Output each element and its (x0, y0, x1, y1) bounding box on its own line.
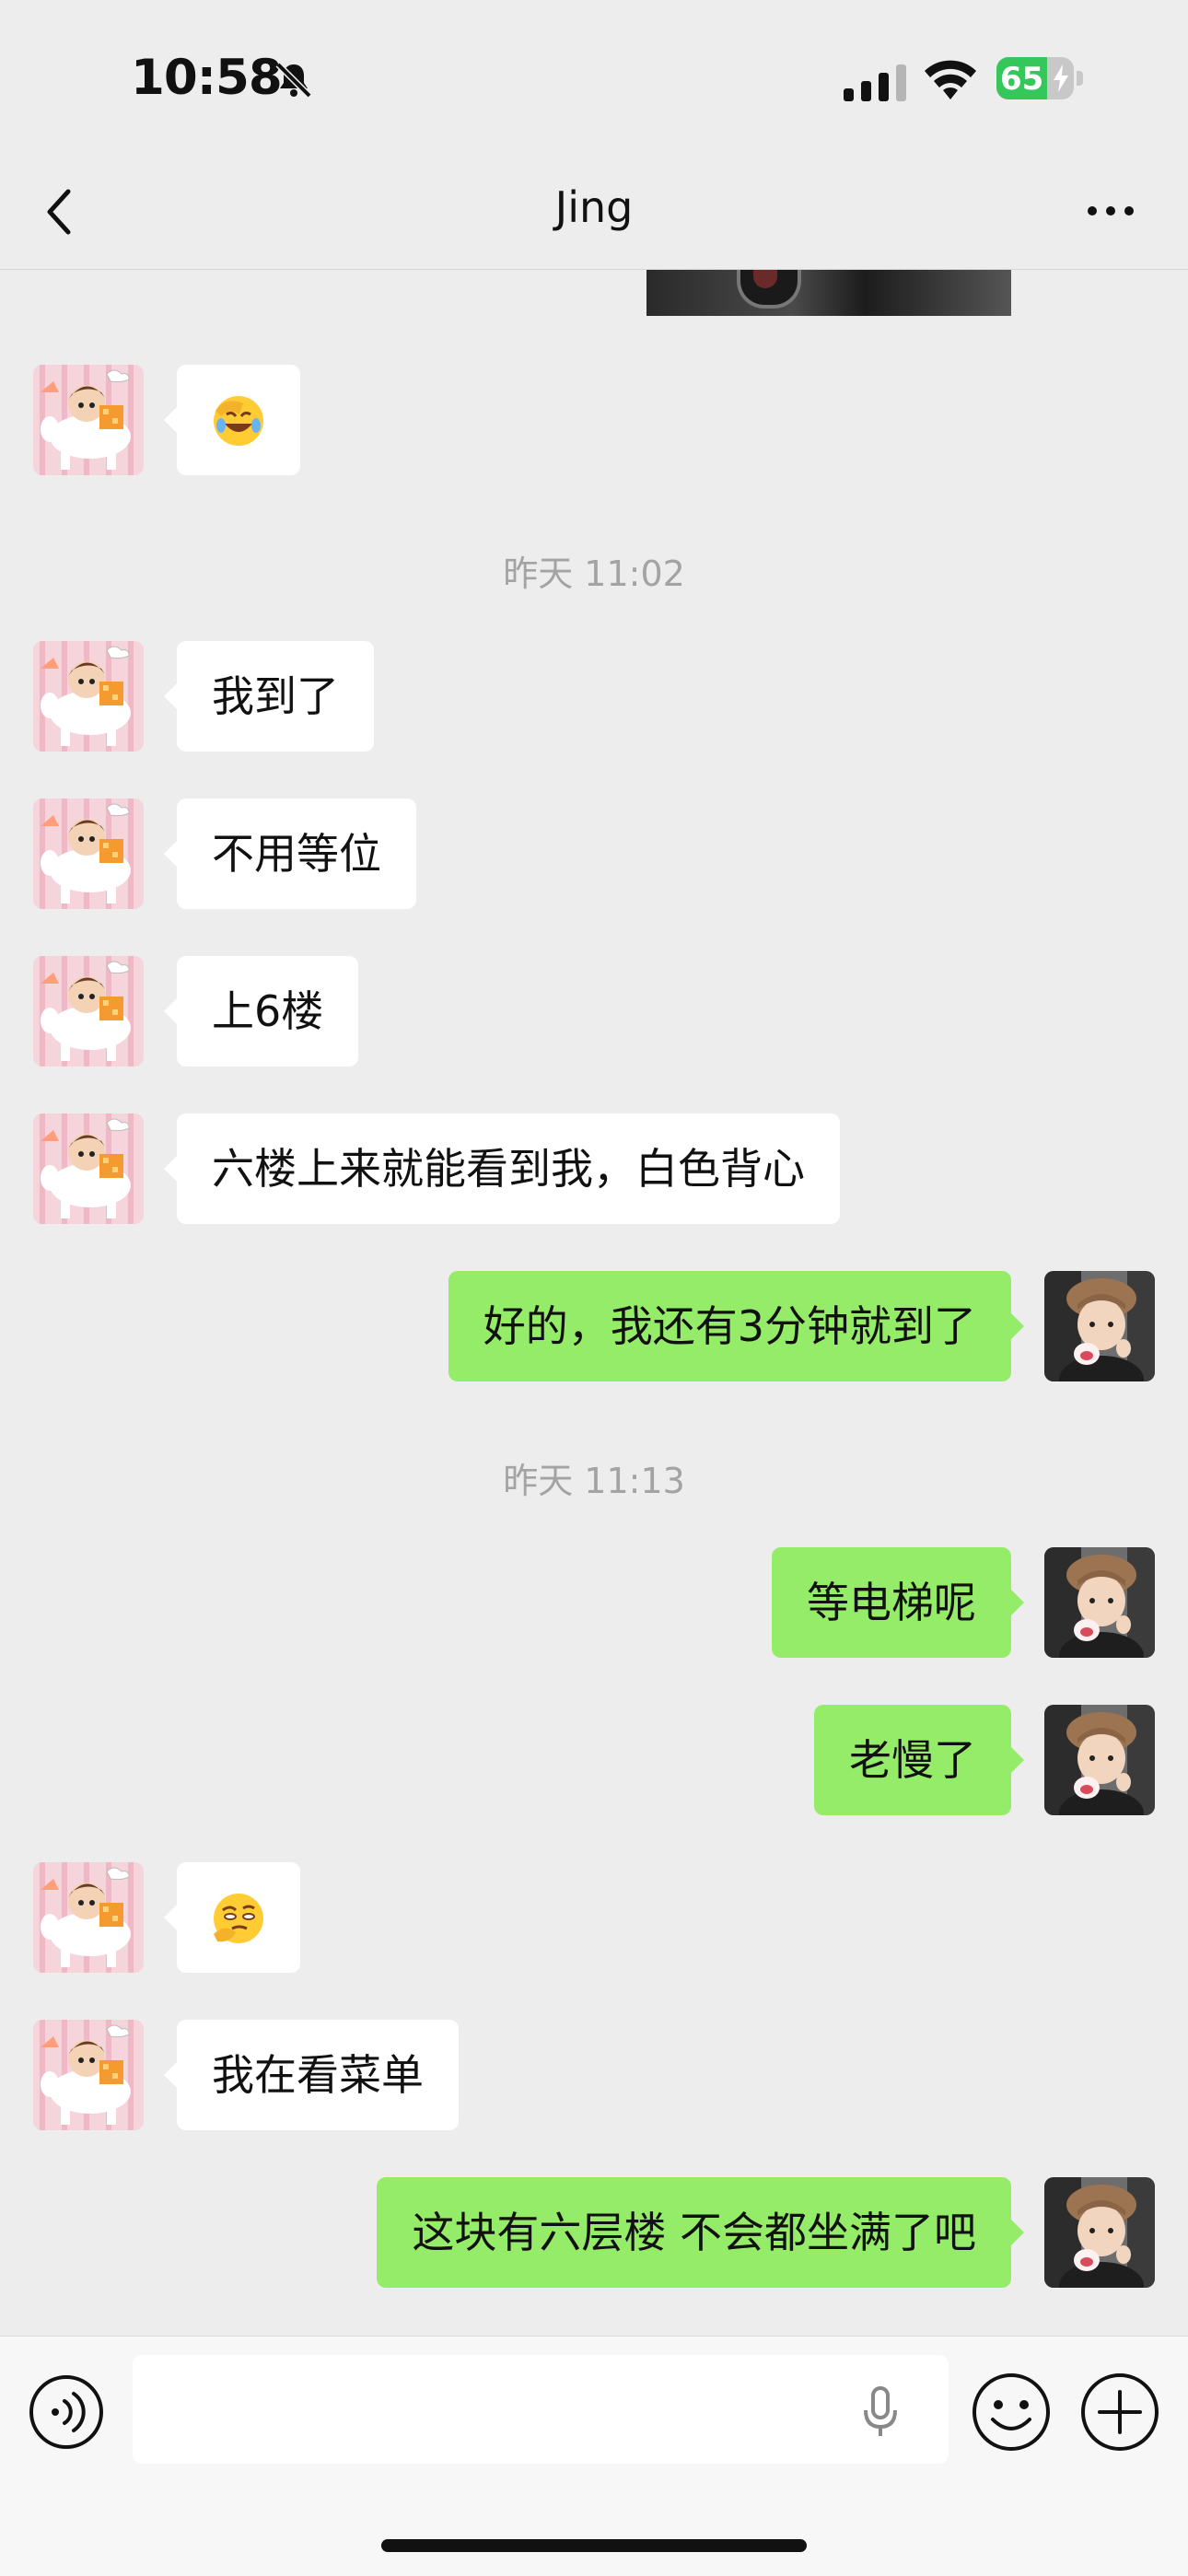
message-bubble[interactable]: 好的，我还有3分钟就到了 (448, 1271, 1025, 1381)
message-bubble[interactable]: 等电梯呢 (772, 1547, 1024, 1658)
battery-percent: 65 (1000, 61, 1044, 98)
microphone-icon[interactable] (862, 2384, 899, 2440)
contact-avatar[interactable] (33, 956, 144, 1067)
self-avatar[interactable] (1044, 1705, 1155, 1815)
message-bubble[interactable]: 这块有六层楼 不会都坐满了吧 (377, 2177, 1024, 2288)
charging-bolt-icon (1054, 64, 1068, 92)
contact-avatar[interactable] (33, 641, 144, 752)
message-bubble[interactable]: 我在看菜单 (164, 2020, 459, 2130)
battery-indicator: 65 (996, 57, 1083, 99)
status-time: 10:58 (131, 50, 283, 106)
self-avatar[interactable] (1044, 1271, 1155, 1381)
contact-avatar[interactable] (33, 365, 144, 475)
face-with-hand-over-eyes-laughing-icon (212, 394, 265, 447)
status-bar: 10:58 65 (0, 0, 1188, 157)
chat-title: Jing (554, 182, 634, 232)
self-avatar[interactable] (1044, 1547, 1155, 1658)
cellular-signal-icon (844, 64, 906, 101)
add-attachment-icon[interactable] (1079, 2372, 1160, 2453)
message-bubble-emoji[interactable] (164, 365, 300, 475)
message-timestamp: 昨天 11:13 (503, 1461, 685, 1501)
emoji-icon[interactable] (971, 2372, 1052, 2453)
contact-avatar[interactable] (33, 1113, 144, 1224)
image-message-partial[interactable] (646, 270, 1011, 316)
contact-avatar[interactable] (33, 1862, 144, 1973)
more-options-icon[interactable] (1085, 197, 1136, 225)
message-bubble[interactable]: 六楼上来就能看到我，白色背心 (164, 1113, 840, 1224)
message-timestamp: 昨天 11:02 (503, 554, 685, 594)
voice-input-icon[interactable] (28, 2373, 105, 2451)
wifi-icon (925, 60, 976, 99)
message-bubble-emoji[interactable] (164, 1862, 300, 1973)
contact-avatar[interactable] (33, 2020, 144, 2130)
message-bubble[interactable]: 老慢了 (814, 1705, 1024, 1815)
self-avatar[interactable] (1044, 2177, 1155, 2288)
message-bubble[interactable]: 上6楼 (163, 956, 359, 1067)
chat-input-bar (0, 2336, 1188, 2576)
message-bubble[interactable]: 不用等位 (164, 798, 416, 909)
message-bubble[interactable]: 我到了 (164, 641, 374, 752)
contact-avatar[interactable] (33, 798, 144, 909)
thinking-face-with-hand-icon (212, 1892, 265, 1944)
home-indicator[interactable] (381, 2539, 807, 2552)
bell-muted-icon (275, 62, 312, 99)
chat-header: Jing (0, 157, 1188, 270)
message-input[interactable] (133, 2355, 949, 2464)
